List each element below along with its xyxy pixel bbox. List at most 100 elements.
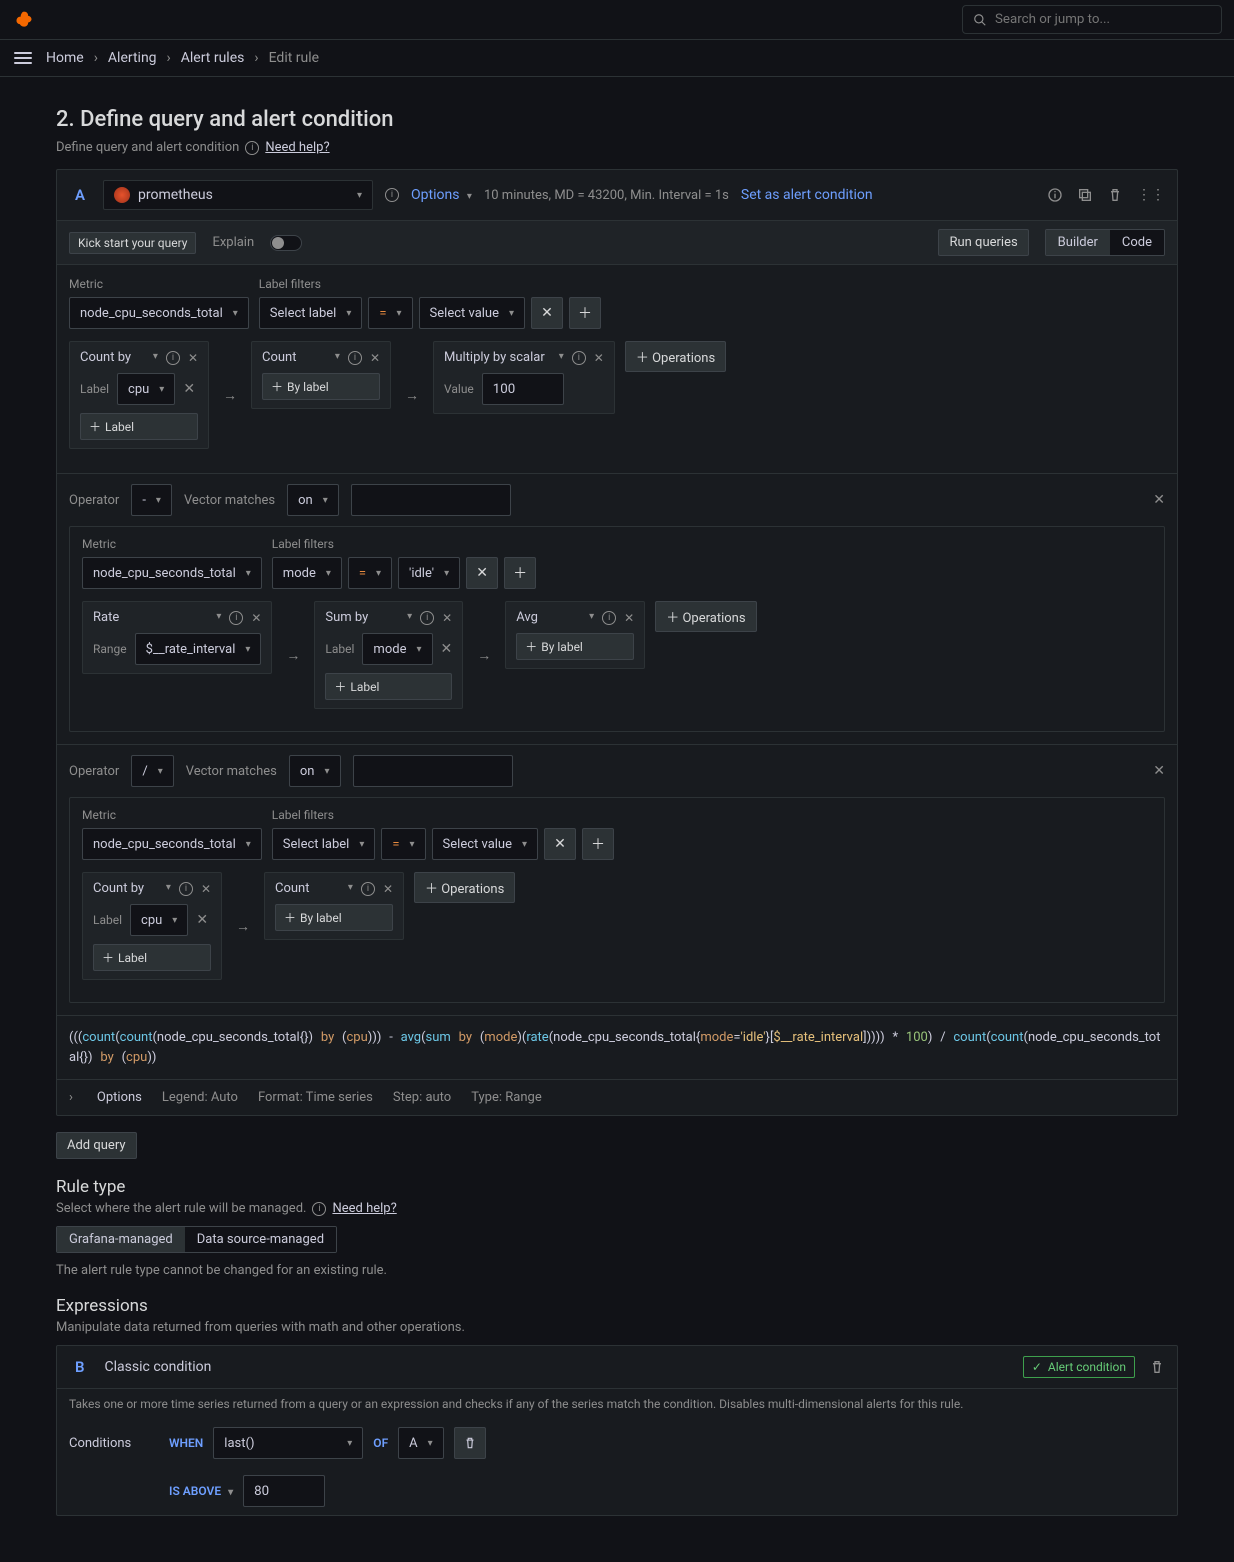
remove-filter-button[interactable]: ✕ [466, 557, 498, 589]
query-ref-a[interactable]: A [69, 186, 91, 204]
filter-label-select[interactable]: mode▾ [272, 557, 342, 589]
chevron-down-icon[interactable]: ▾ [166, 882, 171, 896]
metric-select[interactable]: node_cpu_seconds_total▾ [82, 557, 262, 589]
code-tab[interactable]: Code [1110, 230, 1164, 255]
trash-icon[interactable] [1149, 1359, 1165, 1375]
add-label-button[interactable]: ＋ Label [93, 944, 211, 971]
grafana-logo[interactable] [12, 8, 36, 32]
close-icon[interactable]: ✕ [1153, 763, 1165, 779]
info-icon[interactable]: i [166, 351, 180, 365]
add-filter-button[interactable]: ＋ [504, 557, 536, 589]
op-label-select[interactable]: cpu▾ [130, 904, 188, 936]
breadcrumb-home[interactable]: Home [46, 50, 84, 66]
filter-value-select[interactable]: Select value▾ [419, 297, 525, 329]
set-alert-condition[interactable]: Set as alert condition [741, 187, 873, 203]
add-operation-button[interactable]: ＋ Operations [655, 601, 756, 632]
close-icon[interactable]: ✕ [624, 611, 634, 625]
global-search[interactable] [962, 5, 1222, 34]
options-toggle[interactable]: Options [97, 1090, 142, 1105]
chevron-down-icon[interactable]: ▾ [153, 351, 158, 365]
vector-matches-select[interactable]: on▾ [289, 755, 341, 787]
datasource-select[interactable]: prometheus ▾ [103, 180, 373, 210]
add-filter-button[interactable]: ＋ [582, 828, 614, 860]
info-icon[interactable]: i [420, 611, 434, 625]
drag-handle-icon[interactable]: ⋮⋮ [1137, 187, 1165, 203]
operator-select[interactable]: /▾ [131, 755, 173, 787]
close-icon[interactable]: ✕ [201, 882, 211, 896]
vector-matches-input[interactable] [351, 484, 511, 516]
chevron-down-icon[interactable]: ▾ [216, 611, 221, 625]
vector-matches-input[interactable] [353, 755, 513, 787]
chevron-down-icon[interactable]: ▾ [559, 351, 564, 365]
trash-icon[interactable] [1107, 187, 1123, 203]
chevron-down-icon[interactable]: ▾ [407, 611, 412, 625]
operator-select[interactable]: -▾ [131, 484, 172, 516]
breadcrumb-alert-rules[interactable]: Alert rules [181, 50, 245, 66]
filter-label-select[interactable]: Select label▾ [272, 828, 376, 860]
filter-op-select[interactable]: =▾ [368, 297, 412, 329]
vector-matches-select[interactable]: on▾ [287, 484, 339, 516]
menu-toggle[interactable] [14, 52, 32, 64]
op-label-select[interactable]: mode▾ [362, 633, 432, 665]
chevron-down-icon[interactable]: ▾ [589, 611, 594, 625]
add-operation-button[interactable]: ＋ Operations [625, 341, 726, 372]
info-icon[interactable]: i [602, 611, 616, 625]
evaluator-keyword[interactable]: IS ABOVE ▾ [169, 1484, 233, 1498]
metric-select[interactable]: node_cpu_seconds_total▾ [69, 297, 249, 329]
datasource-managed-tab[interactable]: Data source-managed [185, 1227, 336, 1252]
info-icon[interactable]: i [361, 882, 375, 896]
filter-value-select[interactable]: 'idle'▾ [398, 557, 460, 589]
close-icon[interactable]: ✕ [442, 611, 452, 625]
metric-select[interactable]: node_cpu_seconds_total▾ [82, 828, 262, 860]
close-icon[interactable]: ✕ [196, 912, 208, 928]
close-icon[interactable]: ✕ [1153, 492, 1165, 508]
chevron-down-icon[interactable]: ▾ [335, 351, 340, 365]
filter-value-select[interactable]: Select value▾ [432, 828, 538, 860]
alert-condition-badge[interactable]: ✓ Alert condition [1023, 1356, 1135, 1378]
chevron-down-icon[interactable]: ▾ [348, 882, 353, 896]
grafana-managed-tab[interactable]: Grafana-managed [57, 1227, 185, 1252]
filter-op-select[interactable]: =▾ [381, 828, 425, 860]
info-icon[interactable]: i [385, 188, 399, 202]
add-label-button[interactable]: ＋ Label [80, 413, 198, 440]
close-icon[interactable]: ✕ [441, 641, 453, 657]
expr-ref-b[interactable]: B [69, 1358, 91, 1376]
close-icon[interactable]: ✕ [251, 611, 261, 625]
close-icon[interactable]: ✕ [188, 351, 198, 365]
info-icon[interactable]: i [572, 351, 586, 365]
delete-condition-button[interactable] [454, 1427, 486, 1459]
chevron-right-icon[interactable]: › [69, 1090, 73, 1105]
query-options-toggle[interactable]: Options ▾ [411, 187, 472, 203]
by-label-button[interactable]: ＋ By label [516, 633, 634, 660]
reducer-select[interactable]: last()▾ [213, 1427, 363, 1459]
need-help-link[interactable]: Need help? [332, 1201, 396, 1216]
builder-tab[interactable]: Builder [1046, 230, 1110, 255]
info-icon[interactable]: i [179, 882, 193, 896]
scalar-value-input[interactable] [482, 373, 564, 405]
by-label-button[interactable]: ＋ By label [262, 373, 380, 400]
duplicate-icon[interactable] [1077, 187, 1093, 203]
remove-filter-button[interactable]: ✕ [531, 297, 563, 329]
add-filter-button[interactable]: ＋ [569, 297, 601, 329]
close-icon[interactable]: ✕ [183, 381, 195, 397]
threshold-input[interactable] [243, 1475, 325, 1507]
add-operation-button[interactable]: ＋ Operations [414, 872, 515, 903]
filter-label-select[interactable]: Select label▾ [259, 297, 363, 329]
kickstart-button[interactable]: Kick start your query [69, 232, 196, 254]
need-help-link[interactable]: Need help? [265, 140, 329, 155]
by-label-button[interactable]: ＋ By label [275, 904, 393, 931]
add-label-button[interactable]: ＋ Label [325, 673, 452, 700]
close-icon[interactable]: ✕ [594, 351, 604, 365]
remove-filter-button[interactable]: ✕ [544, 828, 576, 860]
close-icon[interactable]: ✕ [370, 351, 380, 365]
info-icon[interactable]: i [229, 611, 243, 625]
op-label-select[interactable]: cpu▾ [117, 373, 175, 405]
close-icon[interactable]: ✕ [383, 882, 393, 896]
run-queries-button[interactable]: Run queries [938, 229, 1028, 256]
breadcrumb-alerting[interactable]: Alerting [108, 50, 157, 66]
info-icon[interactable] [1047, 187, 1063, 203]
explain-toggle[interactable] [270, 235, 302, 251]
filter-op-select[interactable]: =▾ [348, 557, 392, 589]
query-ref-select[interactable]: A▾ [398, 1427, 444, 1459]
search-input[interactable] [995, 12, 1211, 27]
